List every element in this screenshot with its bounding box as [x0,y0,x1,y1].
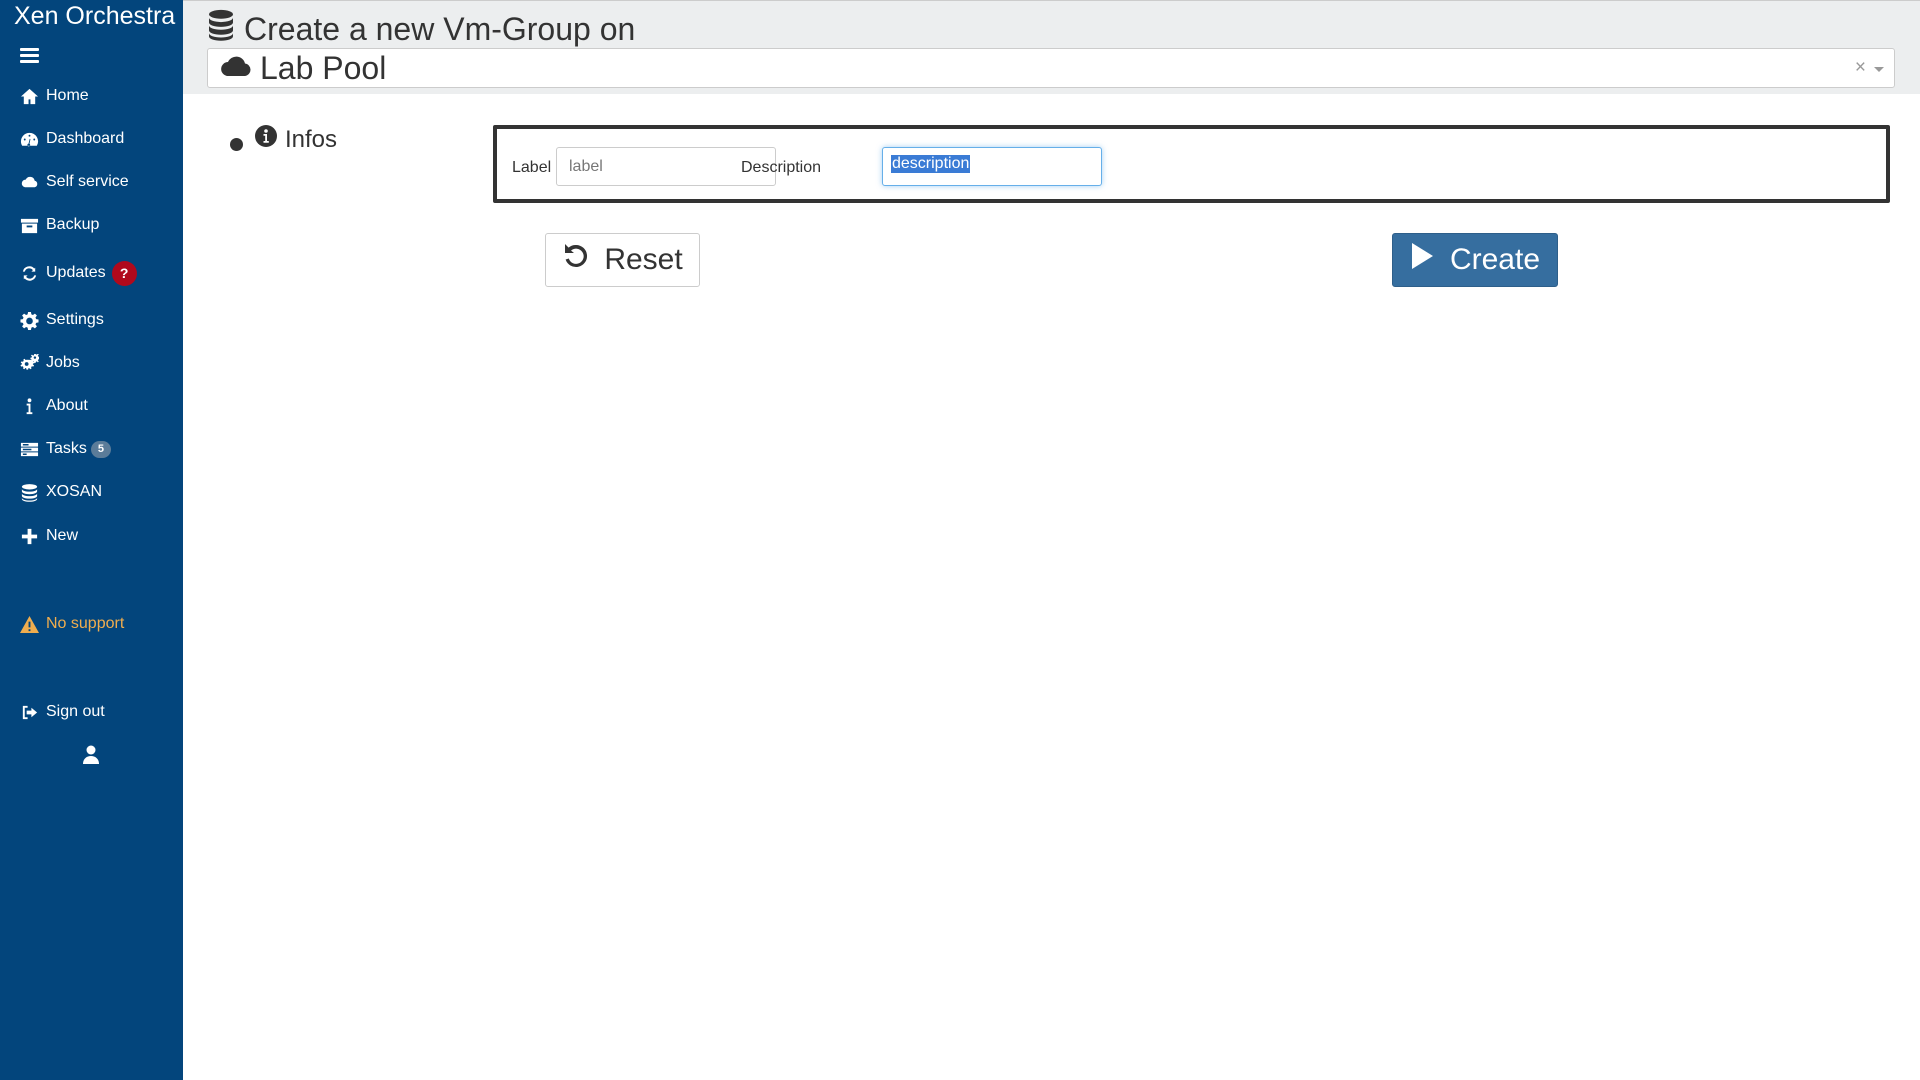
updates-badge: ? [111,260,137,286]
menu-toggle-icon[interactable] [20,48,39,64]
sidebar-item-label: About [46,397,88,414]
dashboard-icon [19,129,39,149]
sidebar-item-label: Self service [46,173,129,190]
pool-select[interactable]: Lab Pool × [207,48,1895,88]
sidebar-item-label: New [46,527,79,544]
sidebar-item-label: Updates [46,264,106,281]
database-icon [19,482,39,502]
info-icon [19,396,39,416]
sidebar: Xen Orchestra Home Dashboard Self servic… [0,0,183,1080]
sidebar-item-about[interactable]: About [0,388,183,424]
cloud-icon [218,53,260,84]
info-circle-icon [255,125,285,154]
sign-out-icon [19,702,39,722]
gears-icon [19,353,39,373]
page-title: Create a new Vm-Group on [207,9,635,49]
archive-icon [19,215,39,235]
description-field-label: Description [741,159,822,176]
page-title-text: Create a new Vm-Group on [244,10,636,47]
gear-icon [19,310,39,330]
section-title-text: Infos [285,125,338,153]
sidebar-item-label: Tasks [46,440,87,457]
section-title-infos: Infos [255,125,337,154]
sidebar-item-home[interactable]: Home [0,78,183,114]
cloud-icon [19,172,39,192]
page-header: Create a new Vm-Group on Lab Pool × [183,0,1920,94]
infos-form: Label Description [493,125,1890,203]
sidebar-item-xosan[interactable]: XOSAN [0,474,183,510]
play-icon [1410,242,1450,278]
reset-button[interactable]: Reset [545,233,700,287]
sidebar-item-label: Jobs [46,354,80,371]
pool-select-value: Lab Pool [260,49,387,86]
sidebar-item-updates[interactable]: Updates ? [0,255,183,291]
sidebar-item-jobs[interactable]: Jobs [0,345,183,381]
create-button-label: Create [1449,243,1541,276]
sidebar-item-label: Settings [46,311,104,328]
sidebar-item-settings[interactable]: Settings [0,302,183,338]
create-button[interactable]: Create [1392,233,1558,287]
sidebar-item-dashboard[interactable]: Dashboard [0,121,183,157]
plus-icon [19,526,39,546]
refresh-icon [19,263,39,283]
sidebar-item-label: Backup [46,216,100,233]
sidebar-item-label: Sign out [46,703,105,720]
sidebar-item-label: Dashboard [46,130,125,147]
user-icon[interactable] [82,745,100,765]
database-icon [207,9,244,49]
sidebar-item-tasks[interactable]: Tasks 5 [0,431,183,467]
section-bullet [230,138,243,151]
sidebar-item-sign-out[interactable]: Sign out [0,694,183,730]
label-field-label: Label [512,159,552,176]
sidebar-item-backup[interactable]: Backup [0,207,183,243]
sidebar-item-label: XOSAN [46,483,103,500]
sidebar-item-no-support[interactable]: No support [0,606,183,642]
undo-icon [562,242,604,278]
sidebar-item-self-service[interactable]: Self service [0,164,183,200]
brand-title[interactable]: Xen Orchestra [14,2,175,31]
description-input[interactable] [882,147,1102,186]
chevron-down-icon[interactable] [1874,67,1884,72]
sidebar-item-label: Home [46,87,89,104]
tasks-count-badge: 5 [90,440,111,458]
home-icon [19,86,39,106]
clear-selection-icon[interactable]: × [1855,57,1866,79]
warning-icon [19,614,39,634]
sidebar-item-new[interactable]: New [0,518,183,554]
sidebar-item-label: No support [46,615,125,632]
reset-button-label: Reset [604,243,683,276]
tasks-icon [19,439,39,459]
